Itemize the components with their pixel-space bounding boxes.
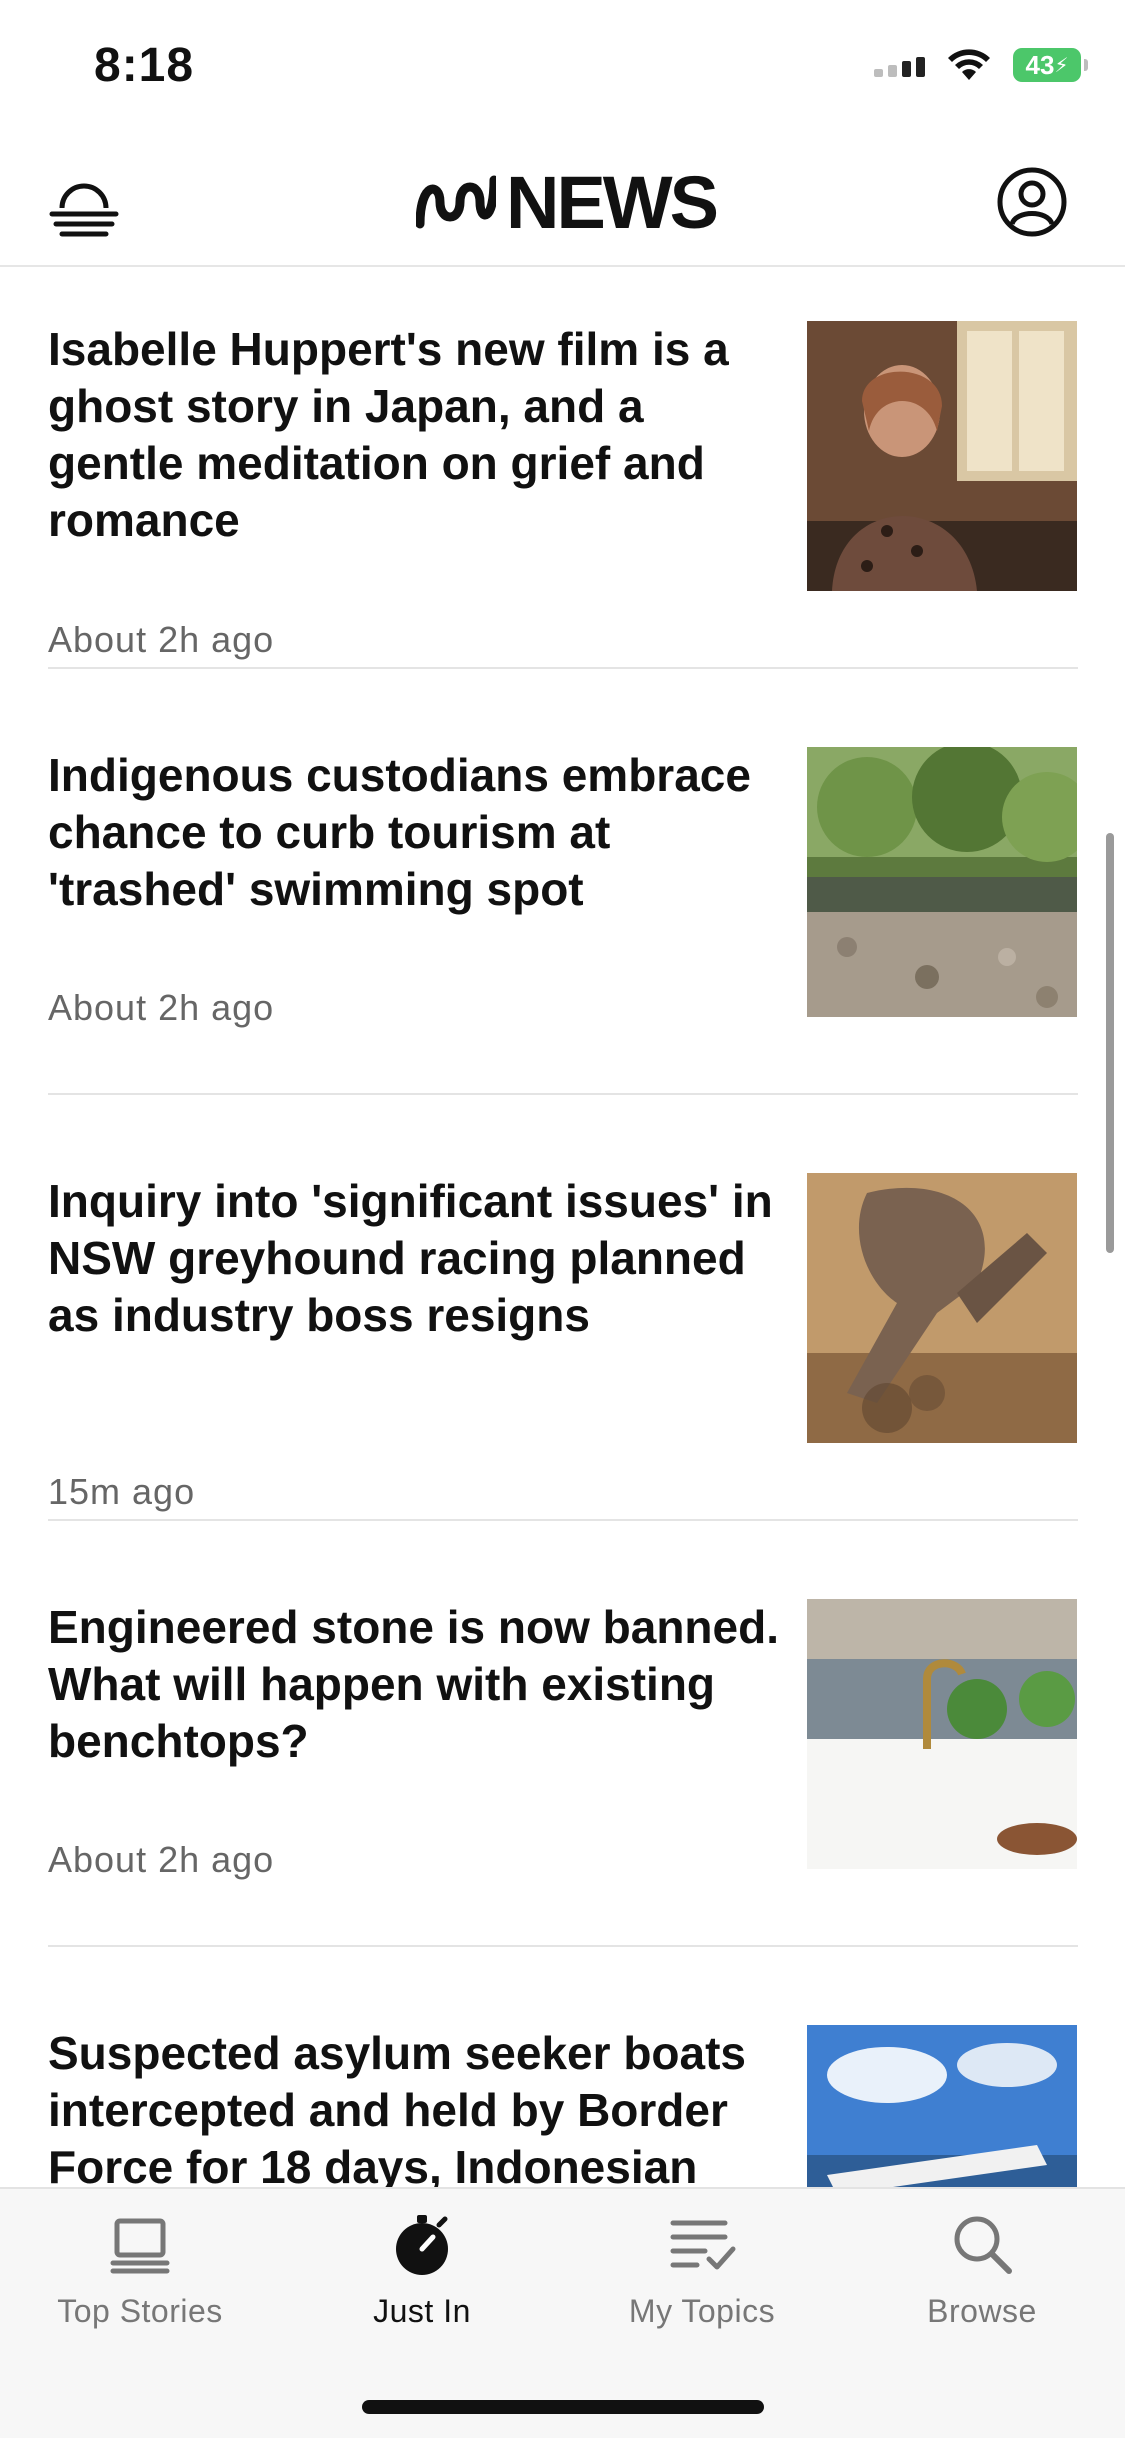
tab-browse[interactable]: Browse [862,2209,1102,2359]
divider [48,1093,1078,1095]
article-card[interactable]: Indigenous custodians embrace chance to … [48,747,1078,1028]
abc-logo-icon [416,175,496,229]
article-headline[interactable]: Suspected asylum seeker boats intercepte… [48,2025,788,2187]
tab-just-in[interactable]: Just In [302,2209,542,2359]
article-headline[interactable]: Inquiry into 'significant issues' in NSW… [48,1173,788,1344]
article-thumbnail[interactable] [807,747,1077,1017]
article-thumbnail[interactable] [807,1599,1077,1869]
app-header: NEWS [0,140,1125,267]
article-headline[interactable]: Indigenous custodians embrace chance to … [48,747,788,918]
article-card[interactable]: Engineered stone is now banned. What wil… [48,1599,1078,1880]
news-feed[interactable]: Isabelle Huppert's new film is a ghost s… [0,267,1125,2187]
search-icon [954,2216,1012,2274]
weather-button[interactable] [44,164,124,244]
tab-label: Browse [927,2293,1037,2329]
home-indicator[interactable] [362,2400,764,2414]
battery-icon: 43 ⚡ [1013,48,1088,82]
tab-label: My Topics [628,2293,776,2329]
stopwatch-icon [396,2215,448,2275]
article-thumbnail[interactable] [807,1173,1077,1443]
article-thumbnail[interactable] [807,2025,1077,2187]
tab-label: Top Stories [57,2293,223,2329]
status-icons: 43 ⚡ [874,48,1088,82]
divider [48,667,1078,669]
divider [48,1945,1078,1947]
article-time: 15m ago [48,1471,196,1512]
scrollbar[interactable] [1106,833,1114,1253]
article-headline[interactable]: Isabelle Huppert's new film is a ghost s… [48,321,788,549]
abc-news-logo[interactable]: NEWS [416,160,719,244]
tab-label: Just In [373,2293,471,2329]
cellular-signal-icon [874,53,925,77]
article-thumbnail[interactable] [807,321,1077,591]
battery-level: 43 [1025,49,1055,80]
wifi-icon [948,49,990,80]
weather-cloud-icon [49,183,119,237]
logo-text: NEWS [506,160,719,244]
article-card[interactable]: Inquiry into 'significant issues' in NSW… [48,1173,1078,1512]
article-time: About 2h ago [48,619,275,660]
account-button[interactable] [992,162,1072,242]
status-time: 8:18 [94,39,195,92]
laptop-icon [110,2218,170,2274]
account-icon [997,167,1067,237]
article-headline[interactable]: Engineered stone is now banned. What wil… [48,1599,788,1770]
tab-bar: Top Stories Just In My Topics Browse [0,2187,1125,2438]
divider [48,1519,1078,1521]
status-bar: 8:18 43 ⚡ [0,0,1125,140]
article-card[interactable]: Suspected asylum seeker boats intercepte… [48,2025,1078,2187]
tab-top-stories[interactable]: Top Stories [20,2209,260,2359]
list-check-icon [670,2220,736,2270]
article-time: About 2h ago [48,987,275,1028]
article-card[interactable]: Isabelle Huppert's new film is a ghost s… [48,321,1078,660]
article-time: About 2h ago [48,1839,275,1880]
tab-my-topics[interactable]: My Topics [582,2209,822,2359]
